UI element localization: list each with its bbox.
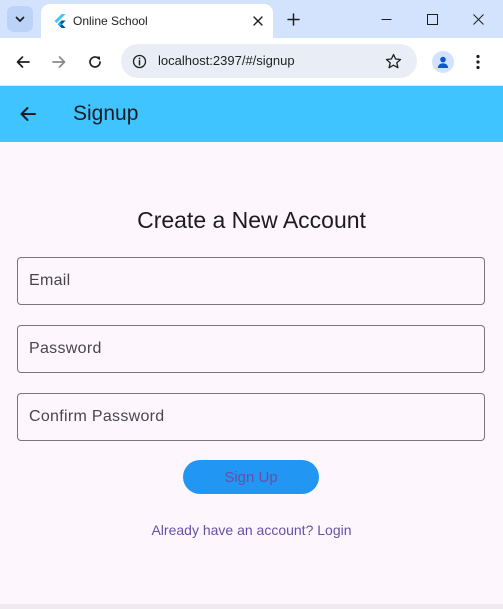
app-back-button[interactable] — [16, 102, 40, 126]
close-window-button[interactable] — [465, 7, 491, 31]
back-button[interactable] — [11, 50, 35, 74]
kebab-menu-icon — [476, 54, 480, 70]
close-icon — [253, 16, 263, 26]
forward-button[interactable] — [47, 50, 71, 74]
reload-button[interactable] — [83, 50, 107, 74]
app-bar: Signup — [0, 86, 503, 142]
browser-toolbar: localhost:2397/#/signup — [0, 38, 503, 86]
email-field[interactable] — [17, 257, 485, 305]
browser-menu-button[interactable] — [470, 50, 486, 74]
url-text[interactable]: localhost:2397/#/signup — [158, 53, 295, 69]
confirm-password-input[interactable] — [18, 394, 484, 440]
plus-icon — [286, 12, 300, 26]
minimize-icon — [381, 18, 391, 20]
bookmark-button[interactable] — [383, 51, 403, 71]
confirm-password-field[interactable] — [17, 393, 485, 441]
arrow-left-icon — [16, 56, 30, 68]
address-bar[interactable]: localhost:2397/#/signup — [121, 44, 417, 78]
reload-icon — [89, 56, 101, 68]
password-input[interactable] — [18, 326, 484, 372]
page-heading: Create a New Account — [137, 207, 366, 233]
arrow-left-icon — [20, 107, 36, 121]
arrow-right-icon — [52, 56, 66, 68]
browser-tab[interactable]: Online School — [41, 4, 273, 38]
login-link[interactable]: Already have an account? Login — [0, 521, 503, 539]
site-info-button[interactable] — [129, 51, 149, 71]
tab-search-button[interactable] — [7, 6, 33, 32]
sign-up-button[interactable]: Sign Up — [183, 460, 319, 494]
maximize-icon — [426, 13, 438, 25]
bottom-edge — [0, 604, 503, 609]
info-icon — [132, 54, 146, 68]
email-input[interactable] — [18, 258, 484, 304]
star-icon — [385, 53, 401, 68]
minimize-button[interactable] — [373, 7, 399, 31]
signup-page: Create a New Account Sign Up Already hav… — [0, 142, 503, 609]
close-icon — [472, 13, 484, 25]
profile-button[interactable] — [432, 51, 454, 73]
tab-close-button[interactable] — [249, 12, 267, 30]
tab-title: Online School — [73, 14, 148, 28]
maximize-button[interactable] — [419, 7, 445, 31]
flutter-logo-icon — [54, 14, 66, 28]
person-icon — [437, 56, 449, 68]
chevron-down-icon — [15, 16, 25, 22]
password-field[interactable] — [17, 325, 485, 373]
tab-strip: Online School — [0, 0, 503, 38]
app-bar-title: Signup — [73, 102, 139, 125]
new-tab-button[interactable] — [283, 9, 303, 29]
